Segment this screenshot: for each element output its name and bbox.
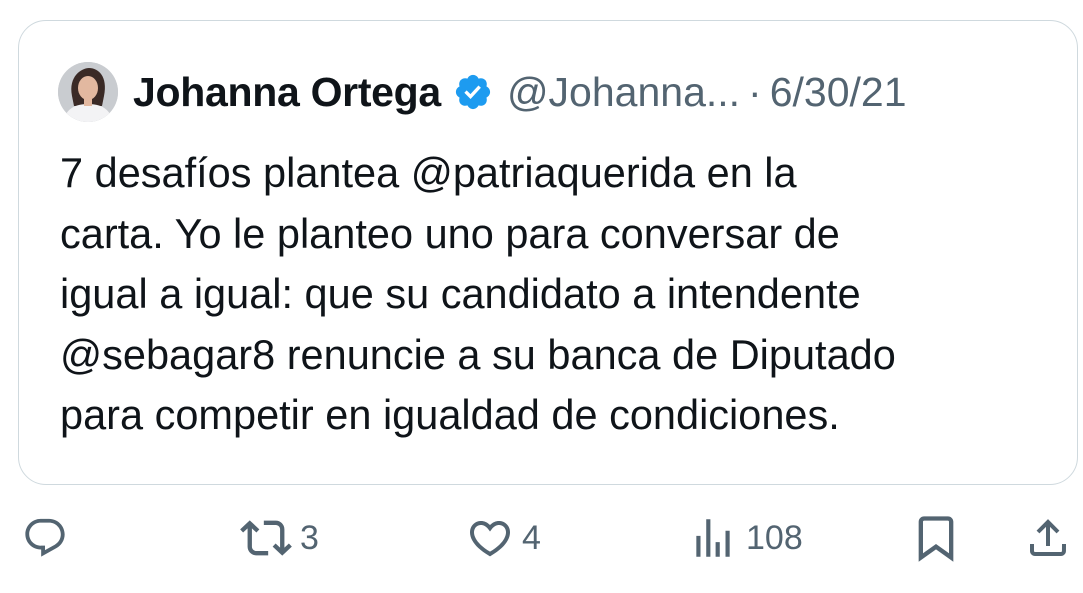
views-button[interactable]: 108 — [688, 512, 803, 564]
heart-icon — [469, 521, 511, 557]
user-handle[interactable]: @Johanna... — [507, 69, 740, 116]
retweet-count: 3 — [300, 518, 319, 557]
avatar[interactable] — [58, 62, 118, 122]
retweet-button[interactable]: 3 — [240, 512, 319, 564]
retweet-icon — [240, 520, 292, 556]
bookmark-icon — [918, 516, 954, 562]
tweet-text: 7 desafíos plantea @patriaquerida en la … — [60, 143, 1060, 446]
tweet-header: Johanna Ortega @Johanna... · 6/30/21 — [133, 62, 907, 122]
tweet-date[interactable]: 6/30/21 — [770, 69, 907, 116]
tweet-text-line: igual a igual: que su candidato a intend… — [60, 270, 861, 317]
tweet-text-line: 7 desafíos plantea @patriaquerida en la — [60, 149, 797, 196]
avatar-image — [58, 62, 118, 122]
verified-badge-icon — [453, 72, 493, 112]
display-name[interactable]: Johanna Ortega — [133, 69, 441, 116]
like-count: 4 — [522, 518, 541, 557]
views-icon — [696, 519, 730, 557]
views-count: 108 — [746, 518, 803, 557]
like-button[interactable]: 4 — [466, 512, 541, 564]
share-icon — [1030, 519, 1066, 556]
bookmark-button[interactable] — [910, 512, 962, 564]
share-button[interactable] — [1024, 512, 1072, 564]
tweet-text-line: @sebagar8 renuncie a su banca de Diputad… — [60, 330, 896, 378]
tweet-text-line: carta. Yo le planteo uno para conversar … — [60, 209, 840, 257]
tweet-text-line: para competir en igualdad de condiciones… — [60, 391, 840, 438]
reply-icon — [25, 518, 65, 557]
reply-button[interactable] — [22, 512, 68, 564]
header-separator: · — [748, 68, 762, 115]
